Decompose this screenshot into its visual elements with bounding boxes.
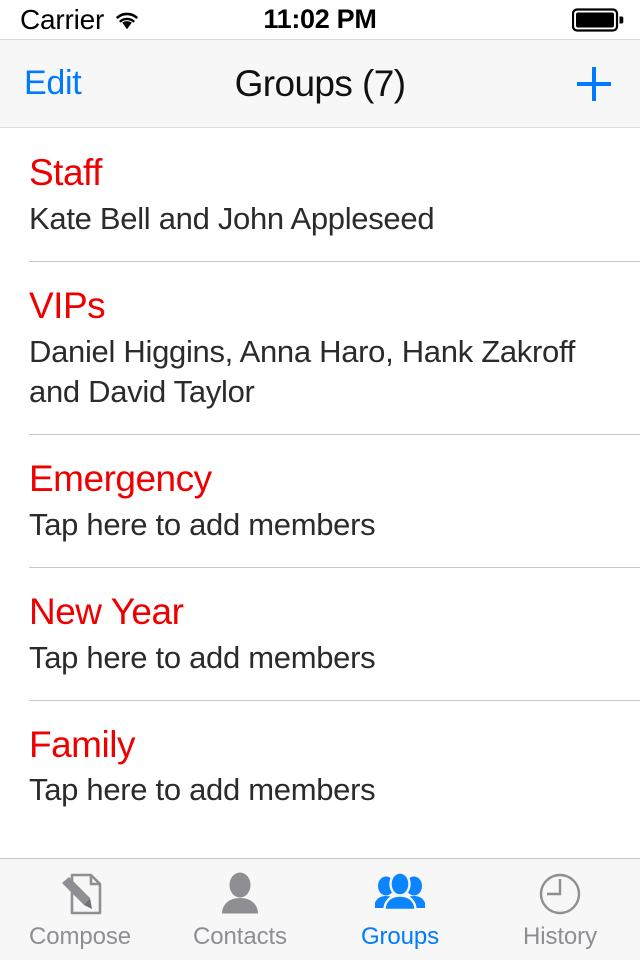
status-bar: Carrier 11:02 PM xyxy=(0,0,640,40)
app-screen: Carrier 11:02 PM Edit Groups (7) Staff K… xyxy=(0,0,640,960)
tab-groups[interactable]: Groups xyxy=(320,859,480,960)
contacts-icon xyxy=(213,868,267,920)
group-name: Emergency xyxy=(29,457,212,499)
list-item[interactable]: Family Tap here to add members xyxy=(0,699,640,833)
group-name: Family xyxy=(29,723,135,765)
group-members: Kate Bell and John Appleseed xyxy=(29,200,435,236)
compose-icon xyxy=(53,868,107,920)
tab-label: Contacts xyxy=(193,923,287,950)
groups-list[interactable]: Staff Kate Bell and John Appleseed VIPs … xyxy=(0,128,640,858)
list-item[interactable]: VIPs Daniel Higgins, Anna Haro, Hank Zak… xyxy=(0,260,640,434)
tab-history[interactable]: History xyxy=(480,859,640,960)
page-title: Groups (7) xyxy=(234,62,406,104)
tab-contacts[interactable]: Contacts xyxy=(160,859,320,960)
group-members: Tap here to add members xyxy=(29,506,376,542)
tab-label: Compose xyxy=(28,923,131,950)
battery-full-icon xyxy=(571,8,624,32)
tab-bar: Compose Contacts Groups History xyxy=(0,858,640,960)
list-item[interactable]: Staff Kate Bell and John Appleseed xyxy=(0,128,640,261)
add-group-button[interactable] xyxy=(566,56,622,112)
groups-icon xyxy=(373,868,427,920)
group-members: Daniel Higgins, Anna Haro, Hank Zakroff … xyxy=(29,333,576,409)
group-members: Tap here to add members xyxy=(29,772,376,808)
group-name: Staff xyxy=(29,152,102,193)
list-item[interactable]: Emergency Tap here to add members xyxy=(0,433,640,567)
tab-label: Groups xyxy=(360,923,440,950)
group-members: Tap here to add members xyxy=(29,639,376,675)
tab-label: History xyxy=(523,923,597,950)
status-bar-right xyxy=(571,0,624,40)
group-name: VIPs xyxy=(29,284,106,326)
plus-icon xyxy=(571,61,617,107)
tab-compose[interactable]: Compose xyxy=(0,859,160,960)
history-icon xyxy=(533,868,587,920)
navigation-bar: Edit Groups (7) xyxy=(0,40,640,128)
group-name: New Year xyxy=(29,590,184,632)
status-bar-clock: 11:02 PM xyxy=(263,4,377,34)
list-item[interactable]: New Year Tap here to add members xyxy=(0,566,640,700)
